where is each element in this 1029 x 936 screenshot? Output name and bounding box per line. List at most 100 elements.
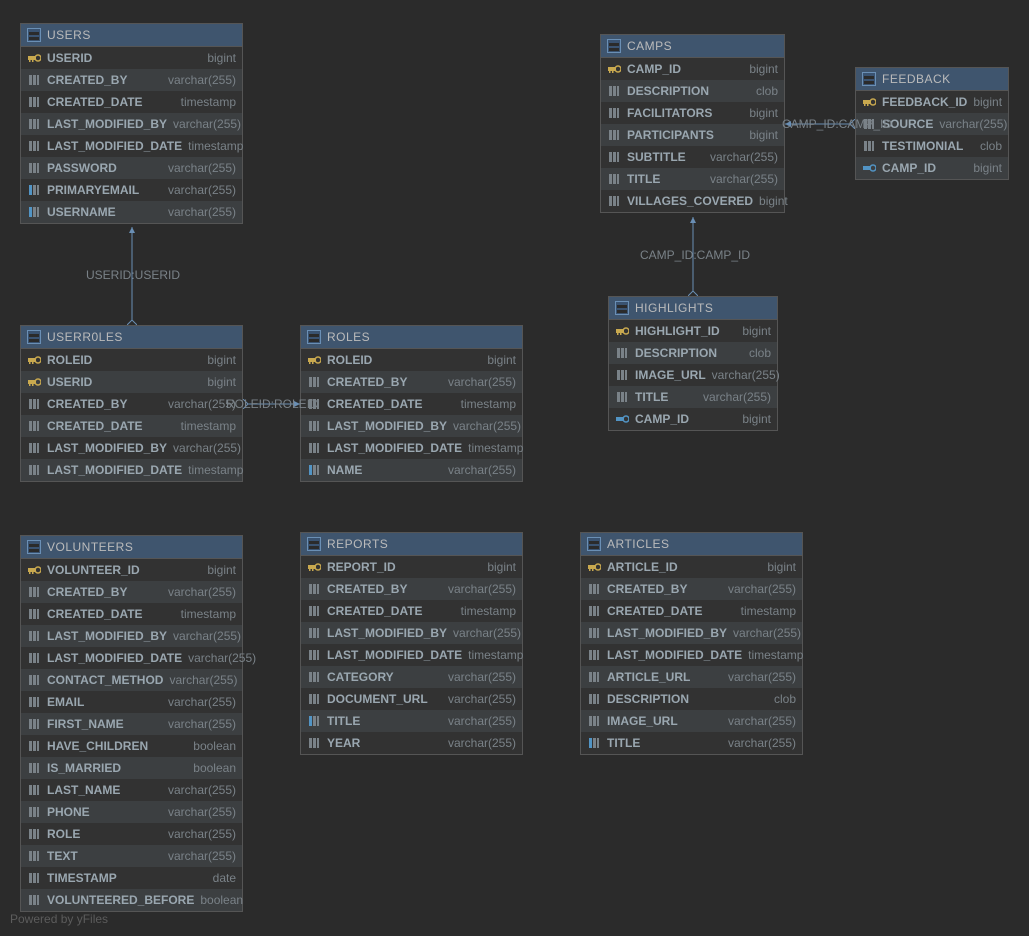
column-row[interactable]: YEARvarchar(255) <box>301 732 522 754</box>
table-users[interactable]: USERS USERIDbigintCREATED_BYvarchar(255)… <box>20 23 243 224</box>
column-name: CAMP_ID <box>635 412 736 426</box>
column-row[interactable]: HAVE_CHILDRENboolean <box>21 735 242 757</box>
column-row[interactable]: LAST_MODIFIED_BYvarchar(255) <box>301 622 522 644</box>
column-icon <box>607 194 621 208</box>
column-row[interactable]: TIMESTAMPdate <box>21 867 242 889</box>
column-name: LAST_MODIFIED_DATE <box>47 651 182 665</box>
column-row[interactable]: CREATED_BYvarchar(255) <box>21 69 242 91</box>
column-row[interactable]: CAMP_IDbigint <box>609 408 777 430</box>
column-row[interactable]: ROLEIDbigint <box>301 349 522 371</box>
column-row[interactable]: FACILITATORSbigint <box>601 102 784 124</box>
column-icon <box>27 585 41 599</box>
column-row[interactable]: LAST_MODIFIED_BYvarchar(255) <box>21 113 242 135</box>
column-row[interactable]: TITLEvarchar(255) <box>609 386 777 408</box>
column-row[interactable]: LAST_MODIFIED_DATEvarchar(255) <box>21 647 242 669</box>
column-row[interactable]: CREATED_DATEtimestamp <box>21 603 242 625</box>
column-row[interactable]: TITLEvarchar(255) <box>301 710 522 732</box>
column-row[interactable]: USERIDbigint <box>21 47 242 69</box>
column-type: bigint <box>759 194 788 208</box>
column-icon <box>27 419 41 433</box>
column-row[interactable]: LAST_NAMEvarchar(255) <box>21 779 242 801</box>
column-row[interactable]: LAST_MODIFIED_DATEtimestamp <box>21 135 242 157</box>
column-row[interactable]: NAMEvarchar(255) <box>301 459 522 481</box>
table-icon <box>607 39 621 53</box>
column-row[interactable]: IMAGE_URLvarchar(255) <box>609 364 777 386</box>
column-row[interactable]: ROLEvarchar(255) <box>21 823 242 845</box>
table-volunteers[interactable]: VOLUNTEERS VOLUNTEER_IDbigintCREATED_BYv… <box>20 535 243 912</box>
column-row[interactable]: CREATED_DATEtimestamp <box>581 600 802 622</box>
column-type: bigint <box>207 51 236 65</box>
column-row[interactable]: PASSWORDvarchar(255) <box>21 157 242 179</box>
table-name: FEEDBACK <box>882 72 951 86</box>
column-row[interactable]: ARTICLE_IDbigint <box>581 556 802 578</box>
table-highlights[interactable]: HIGHLIGHTS HIGHLIGHT_IDbigintDESCRIPTION… <box>608 296 778 431</box>
column-name: CREATED_DATE <box>47 419 175 433</box>
primary-key-icon <box>615 324 629 338</box>
column-name: IMAGE_URL <box>607 714 722 728</box>
column-row[interactable]: ROLEIDbigint <box>21 349 242 371</box>
column-row[interactable]: PRIMARYEMAILvarchar(255) <box>21 179 242 201</box>
column-row[interactable]: CREATED_BYvarchar(255) <box>21 581 242 603</box>
column-row[interactable]: CAMP_IDbigint <box>601 58 784 80</box>
column-row[interactable]: LAST_MODIFIED_DATEtimestamp <box>581 644 802 666</box>
column-row[interactable]: DESCRIPTIONclob <box>581 688 802 710</box>
column-name: DESCRIPTION <box>607 692 768 706</box>
column-row[interactable]: IS_MARRIEDboolean <box>21 757 242 779</box>
primary-key-icon <box>862 95 876 109</box>
table-articles[interactable]: ARTICLES ARTICLE_IDbigintCREATED_BYvarch… <box>580 532 803 755</box>
column-row[interactable]: DOCUMENT_URLvarchar(255) <box>301 688 522 710</box>
column-row[interactable]: CATEGORYvarchar(255) <box>301 666 522 688</box>
column-row[interactable]: VOLUNTEER_IDbigint <box>21 559 242 581</box>
column-row[interactable]: LAST_MODIFIED_BYvarchar(255) <box>21 437 242 459</box>
column-row[interactable]: LAST_MODIFIED_DATEtimestamp <box>21 459 242 481</box>
column-row[interactable]: TITLEvarchar(255) <box>581 732 802 754</box>
column-row[interactable]: REPORT_IDbigint <box>301 556 522 578</box>
column-row[interactable]: CREATED_BYvarchar(255) <box>301 371 522 393</box>
column-type: varchar(255) <box>168 827 236 841</box>
column-type: varchar(255) <box>168 783 236 797</box>
column-icon <box>27 871 41 885</box>
column-row[interactable]: CREATED_BYvarchar(255) <box>301 578 522 600</box>
column-row[interactable]: CREATED_DATEtimestamp <box>301 393 522 415</box>
table-reports[interactable]: REPORTS REPORT_IDbigintCREATED_BYvarchar… <box>300 532 523 755</box>
column-row[interactable]: CREATED_BYvarchar(255) <box>21 393 242 415</box>
foreign-key-icon <box>615 412 629 426</box>
column-row[interactable]: LAST_MODIFIED_BYvarchar(255) <box>581 622 802 644</box>
column-row[interactable]: HIGHLIGHT_IDbigint <box>609 320 777 342</box>
column-row[interactable]: CONTACT_METHODvarchar(255) <box>21 669 242 691</box>
column-row[interactable]: CREATED_DATEtimestamp <box>301 600 522 622</box>
column-type: bigint <box>749 62 778 76</box>
column-row[interactable]: IMAGE_URLvarchar(255) <box>581 710 802 732</box>
column-row[interactable]: VILLAGES_COVEREDbigint <box>601 190 784 212</box>
column-row[interactable]: LAST_MODIFIED_BYvarchar(255) <box>301 415 522 437</box>
column-row[interactable]: TESTIMONIALclob <box>856 135 1008 157</box>
column-row[interactable]: SUBTITLEvarchar(255) <box>601 146 784 168</box>
table-userroles[interactable]: USERR0LES ROLEIDbigintUSERIDbigintCREATE… <box>20 325 243 482</box>
column-row[interactable]: DESCRIPTIONclob <box>601 80 784 102</box>
column-row[interactable]: USERNAMEvarchar(255) <box>21 201 242 223</box>
table-camps[interactable]: CAMPS CAMP_IDbigintDESCRIPTIONclobFACILI… <box>600 34 785 213</box>
column-row[interactable]: CREATED_DATEtimestamp <box>21 415 242 437</box>
column-row[interactable]: USERIDbigint <box>21 371 242 393</box>
column-row[interactable]: CAMP_IDbigint <box>856 157 1008 179</box>
column-row[interactable]: FEEDBACK_IDbigint <box>856 91 1008 113</box>
column-row[interactable]: PHONEvarchar(255) <box>21 801 242 823</box>
column-row[interactable]: CREATED_DATEtimestamp <box>21 91 242 113</box>
column-row[interactable]: TITLEvarchar(255) <box>601 168 784 190</box>
column-type: timestamp <box>741 604 796 618</box>
column-type: boolean <box>200 893 243 907</box>
column-row[interactable]: PARTICIPANTSbigint <box>601 124 784 146</box>
column-icon <box>27 441 41 455</box>
column-name: TIMESTAMP <box>47 871 207 885</box>
column-row[interactable]: FIRST_NAMEvarchar(255) <box>21 713 242 735</box>
table-roles[interactable]: ROLES ROLEIDbigintCREATED_BYvarchar(255)… <box>300 325 523 482</box>
column-row[interactable]: EMAILvarchar(255) <box>21 691 242 713</box>
column-row[interactable]: CREATED_BYvarchar(255) <box>581 578 802 600</box>
column-row[interactable]: LAST_MODIFIED_DATEtimestamp <box>301 437 522 459</box>
column-row[interactable]: DESCRIPTIONclob <box>609 342 777 364</box>
column-row[interactable]: ARTICLE_URLvarchar(255) <box>581 666 802 688</box>
column-row[interactable]: VOLUNTEERED_BEFOREboolean <box>21 889 242 911</box>
column-row[interactable]: TEXTvarchar(255) <box>21 845 242 867</box>
column-row[interactable]: LAST_MODIFIED_DATEtimestamp <box>301 644 522 666</box>
column-row[interactable]: LAST_MODIFIED_BYvarchar(255) <box>21 625 242 647</box>
